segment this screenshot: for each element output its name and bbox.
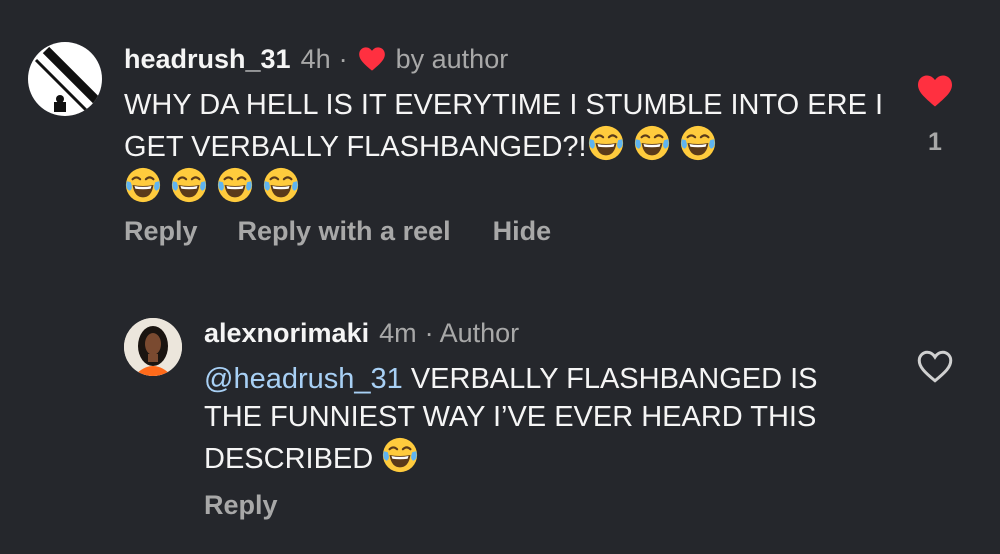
reply-with-reel-button[interactable]: Reply with a reel bbox=[238, 216, 451, 247]
avatar-alexnorimaki[interactable] bbox=[124, 318, 182, 376]
username[interactable]: alexnorimaki bbox=[204, 318, 369, 349]
separator: · bbox=[338, 43, 348, 74]
comment-2-text: @headrush_31 VERBALLY FLASHBANGED IS THE… bbox=[204, 360, 854, 478]
reply-button[interactable]: Reply bbox=[204, 490, 278, 521]
comment-1-text: WHY DA HELL IS IT EVERYTIME I STUMBLE IN… bbox=[124, 86, 884, 208]
username[interactable]: headrush_31 bbox=[124, 44, 291, 75]
comment-1-meta: headrush_31 4h · by author bbox=[124, 42, 508, 76]
comment-1-like: 1 bbox=[910, 74, 960, 157]
hide-button[interactable]: Hide bbox=[493, 216, 552, 247]
tears-of-joy-emoji bbox=[262, 166, 300, 204]
comment-2-like bbox=[912, 350, 958, 383]
tears-of-joy-emoji bbox=[170, 166, 208, 204]
timestamp: 4m bbox=[379, 317, 417, 348]
mention-link[interactable]: @headrush_31 bbox=[204, 363, 403, 395]
tears-of-joy-emoji bbox=[216, 166, 254, 204]
comment-1-actions: Reply Reply with a reel Hide bbox=[124, 216, 551, 247]
comment-text: WHY DA HELL IS IT EVERYTIME I STUMBLE IN… bbox=[124, 89, 884, 163]
tears-of-joy-emoji bbox=[679, 124, 717, 162]
like-count: 1 bbox=[928, 128, 942, 156]
comment-2-actions: Reply bbox=[204, 490, 278, 521]
tears-of-joy-emoji bbox=[587, 124, 625, 162]
heart-filled-icon bbox=[358, 46, 386, 72]
liked-by-author-label: by author bbox=[395, 43, 509, 74]
heart-filled-icon[interactable] bbox=[916, 74, 954, 108]
heart-outline-icon[interactable] bbox=[917, 350, 953, 383]
tears-of-joy-emoji bbox=[381, 436, 419, 474]
timestamp: 4h bbox=[300, 43, 331, 74]
avatar-headrush[interactable] bbox=[28, 42, 102, 116]
tears-of-joy-emoji bbox=[124, 166, 162, 204]
separator: · bbox=[424, 317, 434, 348]
comment-2-meta: alexnorimaki 4m · Author bbox=[204, 316, 519, 350]
reply-button[interactable]: Reply bbox=[124, 216, 198, 247]
author-label: Author bbox=[439, 317, 520, 348]
tears-of-joy-emoji bbox=[633, 124, 671, 162]
